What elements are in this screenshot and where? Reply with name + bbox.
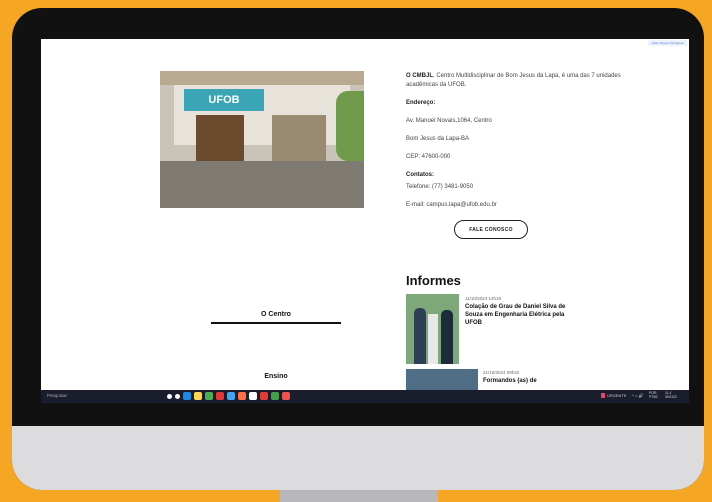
fale-conosco-button[interactable]: FALE CONOSCO bbox=[454, 220, 528, 239]
news-title-link[interactable]: Colação de Grau de Daniel Silva de Souza… bbox=[465, 303, 575, 327]
monitor-frame: Adam Borges Rodrigues UFOB O CMBJL, Cent… bbox=[12, 8, 704, 490]
taskbar-app-icon[interactable] bbox=[183, 392, 191, 400]
address-line1: Av. Manoel Novais,1064, Centro bbox=[406, 118, 492, 124]
tray-icons[interactable]: ^ ⌂ 🔊 bbox=[632, 393, 644, 398]
contacts-label: Contatos: bbox=[406, 172, 434, 178]
taskbar-app-icon[interactable] bbox=[216, 392, 224, 400]
news-date: 11/10/2024 14h18 bbox=[465, 296, 501, 301]
taskbar-app-icon[interactable] bbox=[238, 392, 246, 400]
ufob-sign-text: UFOB bbox=[208, 94, 240, 106]
news-date: 21/10/2024 09h32 bbox=[483, 370, 520, 375]
news-image[interactable] bbox=[406, 294, 459, 364]
taskbar-app-icon[interactable] bbox=[167, 394, 172, 399]
news-title-link[interactable]: Formandos (as) de bbox=[483, 377, 583, 385]
campus-photo: UFOB bbox=[160, 71, 364, 208]
photo-door bbox=[196, 115, 244, 161]
taskbar-app-icon[interactable] bbox=[205, 392, 213, 400]
taskbar-app-icon[interactable] bbox=[227, 392, 235, 400]
photo-window bbox=[272, 115, 326, 161]
photo-roof bbox=[160, 71, 364, 85]
taskbar-search-input[interactable]: Pesquisar bbox=[47, 393, 67, 398]
monitor-chin bbox=[12, 426, 704, 490]
photo-steps bbox=[160, 161, 364, 208]
phone-text: Telefone: (77) 3481-9050 bbox=[406, 184, 474, 190]
ensino-heading[interactable]: Ensino bbox=[211, 373, 341, 380]
taskbar-app-icon[interactable] bbox=[260, 392, 268, 400]
ufob-sign: UFOB bbox=[184, 89, 264, 111]
monitor-stand bbox=[280, 490, 438, 502]
taskbar-app-icon[interactable] bbox=[249, 392, 257, 400]
photo-plant bbox=[336, 91, 364, 161]
taskbar-apps bbox=[167, 392, 290, 401]
taskbar-app-icon[interactable] bbox=[194, 392, 202, 400]
urgent-icon bbox=[601, 393, 605, 398]
email-text[interactable]: E-mail: campus.lapa@ufob.edu.br bbox=[406, 201, 636, 210]
language-indicator[interactable]: POR PTB2 bbox=[649, 391, 658, 399]
o-centro-heading[interactable]: O Centro bbox=[211, 311, 341, 318]
cep-text: CEP: 47600-000 bbox=[406, 154, 451, 160]
address-line2: Bom Jesus da Lapa-BA bbox=[406, 136, 470, 142]
taskbar-app-icon[interactable] bbox=[282, 392, 290, 400]
browser-screen: Adam Borges Rodrigues UFOB O CMBJL, Cent… bbox=[41, 39, 689, 403]
clock[interactable]: 11:1 30/10/2 bbox=[665, 391, 677, 399]
taskbar-app-icon[interactable] bbox=[175, 394, 180, 399]
taskbar-status[interactable]: URGENTE bbox=[607, 393, 627, 398]
user-name-link[interactable]: Adam Borges Rodrigues bbox=[648, 40, 687, 46]
informes-title: Informes bbox=[406, 273, 461, 288]
campus-info: O CMBJL, Centro Multidisciplinar de Bom … bbox=[406, 72, 636, 219]
address-label: Endereço: bbox=[406, 100, 436, 106]
taskbar: Pesquisar URGENTE ^ ⌂ 🔊 POR PTB2 11:1 30… bbox=[41, 390, 689, 403]
campus-intro: O CMBJL, Centro Multidisciplinar de Bom … bbox=[406, 73, 621, 88]
o-centro-underline bbox=[211, 322, 341, 324]
taskbar-app-icon[interactable] bbox=[271, 392, 279, 400]
